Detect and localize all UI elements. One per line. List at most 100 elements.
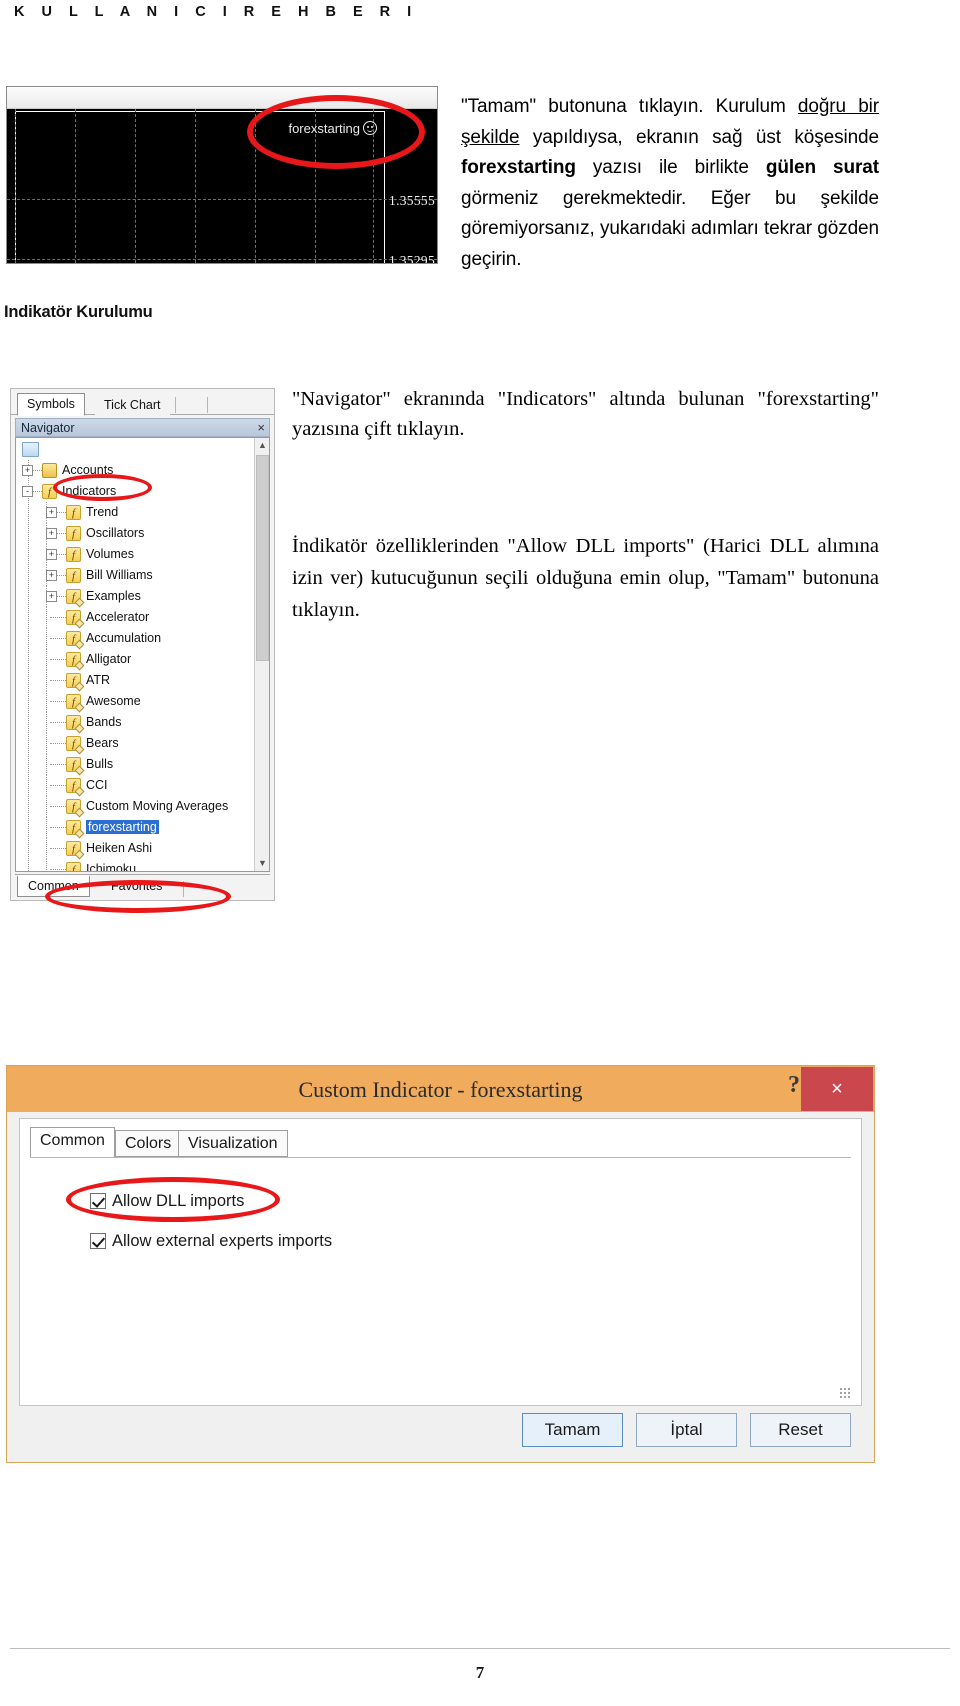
chart-indicator-label: forexstarting: [288, 121, 377, 136]
tree-guide-line: [50, 806, 66, 807]
tab-common[interactable]: Common: [17, 875, 90, 897]
chart-toolbar: [7, 87, 437, 109]
navigator-panel-header: Navigator ×: [15, 418, 270, 437]
tab-separator: [183, 881, 184, 897]
tree-item-label: Examples: [86, 589, 141, 603]
checkbox-allow-external-experts-imports[interactable]: Allow external experts imports: [90, 1232, 332, 1251]
expand-icon[interactable]: +: [22, 465, 33, 476]
tree-item-bill-williams[interactable]: + f Bill Williams: [16, 565, 253, 586]
tree-item-ichimoku[interactable]: f Ichimoku: [16, 859, 253, 872]
checkbox-allow-dll-imports[interactable]: Allow DLL imports: [90, 1192, 244, 1211]
tree-item-label: Alligator: [86, 652, 132, 666]
tree-item-label: ATR: [86, 673, 111, 687]
tree-item-bulls[interactable]: f Bulls: [16, 754, 253, 776]
tree-guide-line: [46, 817, 47, 838]
tab-favorites[interactable]: Favorites: [101, 877, 172, 897]
paragraph-tamam-instruction: "Tamam" butonuna tıklayın. Kurulum doğru…: [461, 92, 879, 275]
tab-separator: [207, 397, 208, 413]
tree-item-label: Accounts: [62, 463, 114, 477]
tree-guide-line: [46, 859, 47, 871]
custom-function-icon: f: [66, 862, 85, 871]
chart-gridline-v: [255, 109, 256, 263]
scroll-up-icon[interactable]: ▲: [255, 438, 269, 453]
tree-guide-line: [50, 617, 66, 618]
tree-item-label: Bill Williams: [86, 568, 153, 582]
help-icon[interactable]: ?: [788, 1072, 800, 1099]
tree-guide-line: [50, 743, 66, 744]
tree-guide-line: [46, 838, 47, 859]
tree-item-cci[interactable]: f CCI: [16, 775, 253, 797]
cancel-button[interactable]: İptal: [636, 1413, 737, 1447]
checkbox-icon[interactable]: [90, 1233, 106, 1249]
tree-item-label: Ichimoku: [86, 862, 137, 872]
tab-common[interactable]: Common: [30, 1127, 115, 1158]
close-icon[interactable]: ×: [257, 420, 265, 435]
tree-item-label: Heiken Ashi: [86, 841, 153, 855]
close-icon[interactable]: ×: [801, 1067, 873, 1111]
tree-item-atr[interactable]: f ATR: [16, 670, 253, 692]
tree-item-accelerator[interactable]: f Accelerator: [16, 607, 253, 629]
chart-gridline-v: [195, 109, 196, 263]
chart-indicator-text: forexstarting: [288, 121, 360, 136]
tree-item-forexstarting[interactable]: f forexstarting: [16, 817, 253, 839]
expand-icon[interactable]: +: [46, 591, 57, 602]
navigator-tree[interactable]: + Accounts - f Indicators + f Trend + f Oscillator…: [15, 437, 270, 872]
dialog-titlebar: Custom Indicator - forexstarting ? ×: [7, 1066, 874, 1112]
tree-item-label: Bears: [86, 736, 119, 750]
tree-item-label: Awesome: [86, 694, 141, 708]
tab-symbols[interactable]: Symbols: [17, 393, 85, 416]
tree-item-alligator[interactable]: f Alligator: [16, 649, 253, 671]
resize-grip-icon[interactable]: [839, 1387, 851, 1399]
navigator-bottom-tabs: Common Favorites: [15, 874, 270, 898]
scroll-down-icon[interactable]: ▼: [255, 856, 269, 871]
chart-price-label: 1.35295: [389, 253, 435, 264]
tree-guide-line: [46, 754, 47, 775]
tree-item-label: Indicators: [62, 484, 117, 498]
tab-tick-chart[interactable]: Tick Chart: [95, 395, 170, 416]
tree-root-icon: [22, 442, 39, 457]
tree-item-indicators[interactable]: - f Indicators: [16, 481, 253, 502]
tab-colors[interactable]: Colors: [115, 1130, 182, 1157]
chart-canvas: forexstarting 1.35555 1.35295: [7, 109, 437, 263]
collapse-icon[interactable]: -: [22, 486, 33, 497]
navigator-top-tabs: Symbols Tick Chart: [11, 393, 274, 416]
tree-guide-line: [46, 712, 47, 733]
checkbox-icon[interactable]: [90, 1193, 106, 1209]
expand-icon[interactable]: +: [46, 528, 57, 539]
tree-guide-line: [50, 638, 66, 639]
p1-seg5: yazısı ile birlikte: [575, 157, 766, 178]
smiley-face-icon: [363, 121, 377, 135]
tree-item-label: Trend: [86, 505, 119, 519]
tree-item-examples[interactable]: + f Examples: [16, 586, 253, 608]
custom-function-icon: f: [66, 715, 85, 734]
tree-item-custom-moving-averages[interactable]: f Custom Moving Averages: [16, 796, 253, 818]
checkbox-label: Allow external experts imports: [112, 1232, 333, 1250]
scrollbar-thumb[interactable]: [256, 455, 269, 661]
tree-item-awesome[interactable]: f Awesome: [16, 691, 253, 713]
tree-item-label: Accumulation: [86, 631, 162, 645]
expand-icon[interactable]: +: [46, 549, 57, 560]
tree-scrollbar[interactable]: ▲ ▼: [254, 438, 269, 871]
paragraph-dll-instruction: İndikatör özelliklerinden "Allow DLL imp…: [292, 535, 879, 621]
tree-item-label: Custom Moving Averages: [86, 799, 229, 813]
ok-button[interactable]: Tamam: [522, 1413, 623, 1447]
reset-button[interactable]: Reset: [750, 1413, 851, 1447]
dialog-title: Custom Indicator - forexstarting: [298, 1077, 583, 1102]
tree-item-accounts[interactable]: + Accounts: [16, 460, 253, 481]
chart-gridline-v: [135, 109, 136, 263]
tree-item-volumes[interactable]: + f Volumes: [16, 544, 253, 565]
tree-guide-line: [50, 869, 66, 870]
tree-item-heiken-ashi[interactable]: f Heiken Ashi: [16, 838, 253, 860]
tree-item-bands[interactable]: f Bands: [16, 712, 253, 734]
tree-item-accumulation[interactable]: f Accumulation: [16, 628, 253, 650]
tree-guide-line: [50, 659, 66, 660]
tree-item-bears[interactable]: f Bears: [16, 733, 253, 755]
tree-item-trend[interactable]: + f Trend: [16, 502, 253, 523]
expand-icon[interactable]: +: [46, 507, 57, 518]
expand-icon[interactable]: +: [46, 570, 57, 581]
tab-visualization[interactable]: Visualization: [178, 1130, 288, 1157]
checkbox-label: Allow DLL imports: [112, 1192, 245, 1210]
tree-item-oscillators[interactable]: + f Oscillators: [16, 523, 253, 544]
chart-gridline-v: [15, 109, 16, 263]
tree-guide-line: [46, 691, 47, 712]
